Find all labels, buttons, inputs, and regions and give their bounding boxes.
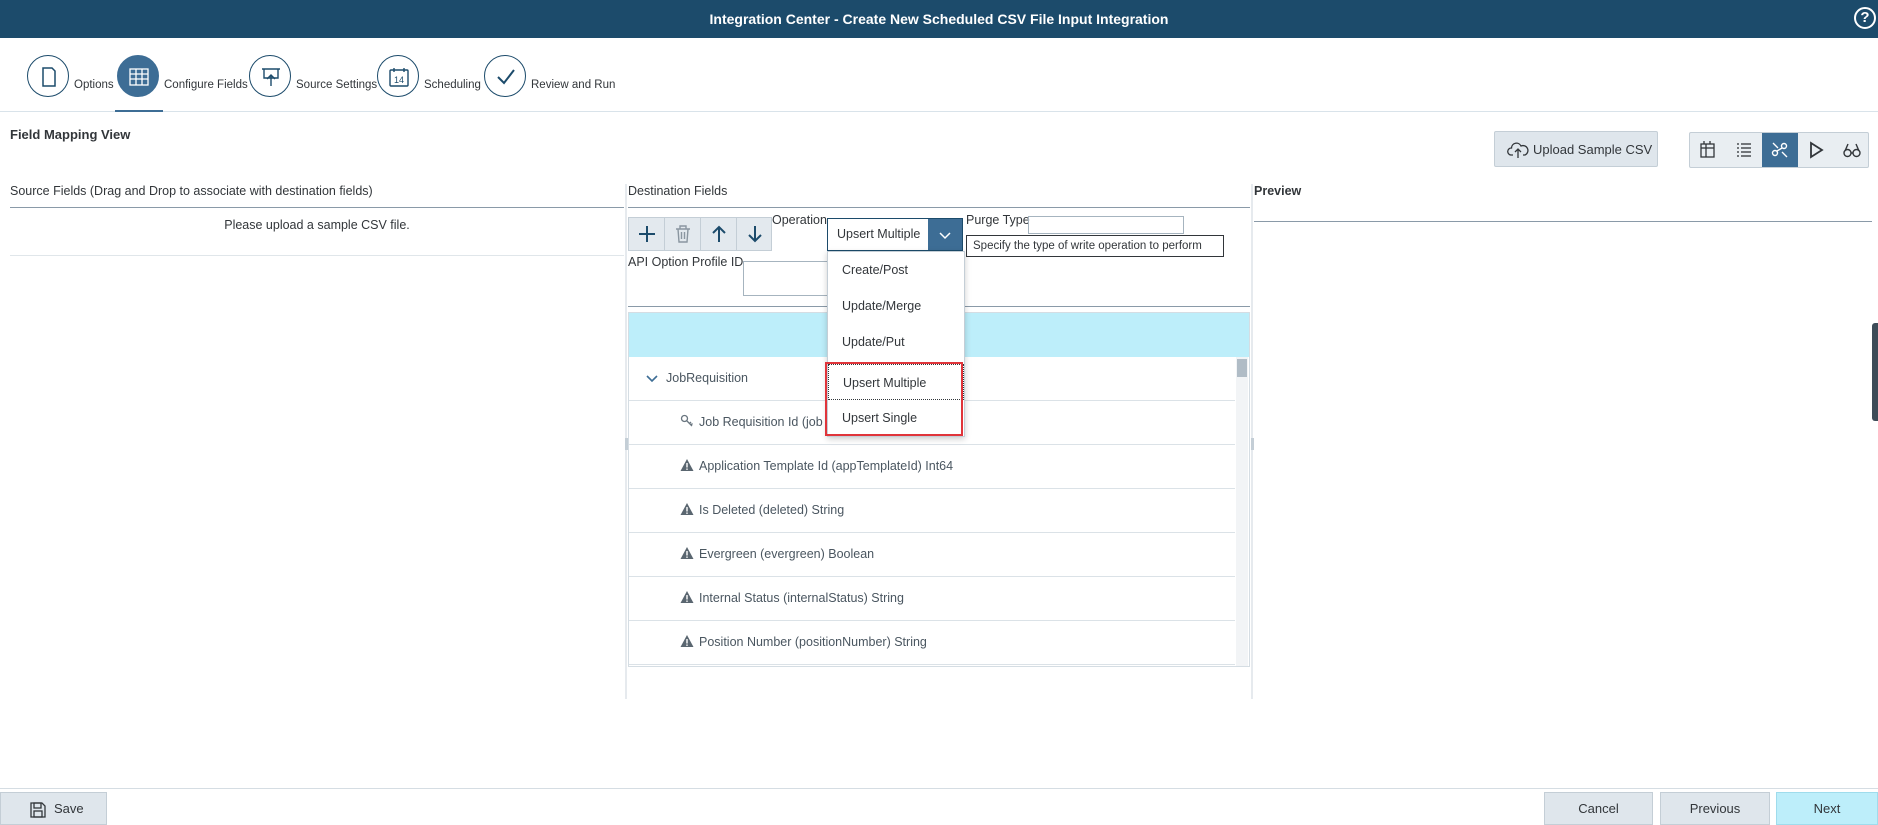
upload-board-icon bbox=[249, 55, 291, 97]
warning-icon bbox=[680, 459, 694, 471]
wizard-steps: Options Configure Fields Source Settings… bbox=[0, 38, 1878, 112]
table-scrollbar-thumb[interactable] bbox=[1237, 359, 1247, 377]
field-label: Job Requisition Id (job bbox=[699, 415, 823, 429]
plus-icon bbox=[639, 226, 655, 242]
option-update-merge[interactable]: Update/Merge bbox=[828, 288, 964, 324]
option-label: Update/Put bbox=[842, 335, 905, 349]
preview-header: Preview bbox=[1254, 184, 1302, 198]
table-scrollbar[interactable] bbox=[1236, 357, 1248, 666]
chevron-down-icon[interactable] bbox=[645, 372, 659, 386]
trash-icon bbox=[676, 225, 690, 243]
field-label: Position Number (positionNumber) String bbox=[699, 635, 927, 649]
operation-select[interactable]: Upsert Multiple bbox=[827, 218, 963, 251]
purge-type-label: Purge Type bbox=[966, 213, 1030, 227]
source-fields-header: Source Fields (Drag and Drop to associat… bbox=[10, 184, 373, 198]
annotation-highlight-box bbox=[825, 362, 963, 436]
operation-value: Upsert Multiple bbox=[837, 227, 921, 241]
calendar-icon: 14 bbox=[377, 55, 419, 97]
table-row[interactable]: Evergreen (evergreen) Boolean bbox=[629, 533, 1235, 577]
check-icon bbox=[484, 55, 526, 97]
step-options-label: Options bbox=[74, 79, 114, 91]
entity-name: JobRequisition bbox=[666, 371, 748, 385]
table-row[interactable]: Position Number (positionNumber) String bbox=[629, 621, 1235, 665]
footer-bar: Save Cancel Previous Next bbox=[0, 788, 1878, 825]
mapping-icon bbox=[1771, 142, 1788, 158]
field-label: Is Deleted (deleted) String bbox=[699, 503, 845, 517]
warning-icon bbox=[680, 547, 694, 559]
field-label: Application Template Id (appTemplateId) … bbox=[699, 459, 954, 473]
help-icon[interactable]: ? bbox=[1854, 7, 1876, 29]
api-option-profile-input[interactable] bbox=[743, 261, 829, 296]
arrow-down-icon bbox=[748, 226, 762, 243]
run-button[interactable] bbox=[1798, 133, 1834, 167]
option-label: Create/Post bbox=[842, 263, 909, 277]
table-row[interactable]: Internal Status (internalStatus) String bbox=[629, 577, 1235, 621]
warning-icon bbox=[680, 635, 694, 647]
cloud-upload-icon bbox=[1507, 142, 1529, 158]
chevron-down-icon bbox=[939, 232, 951, 240]
save-label: Save bbox=[54, 801, 84, 816]
source-divider bbox=[10, 207, 624, 208]
option-create-post[interactable]: Create/Post bbox=[828, 252, 964, 288]
add-field-button[interactable] bbox=[629, 218, 665, 250]
key-icon bbox=[680, 414, 693, 427]
option-label: Update/Merge bbox=[842, 299, 922, 313]
table-row[interactable]: Is Deleted (deleted) String bbox=[629, 489, 1235, 533]
view-toolbar bbox=[1689, 132, 1869, 168]
destination-toolbar bbox=[628, 217, 772, 251]
operation-dropdown-button[interactable] bbox=[928, 219, 962, 250]
preview-divider bbox=[1254, 221, 1872, 222]
page-title: Integration Center - Create New Schedule… bbox=[709, 11, 1169, 27]
list-icon bbox=[1737, 143, 1751, 157]
field-mapping-title: Field Mapping View bbox=[10, 127, 131, 142]
mapping-view-button[interactable] bbox=[1690, 133, 1726, 167]
cancel-button[interactable]: Cancel bbox=[1544, 792, 1653, 825]
splitter-handle-right[interactable] bbox=[1251, 438, 1254, 450]
api-option-profile-label: API Option Profile ID bbox=[628, 255, 744, 269]
move-up-button[interactable] bbox=[701, 218, 737, 250]
save-icon bbox=[30, 802, 46, 818]
warning-icon bbox=[680, 591, 694, 603]
save-button[interactable]: Save bbox=[0, 792, 107, 825]
calendar-day: 14 bbox=[394, 75, 404, 85]
source-empty-message: Please upload a sample CSV file. bbox=[224, 218, 410, 232]
glasses-icon bbox=[1843, 143, 1861, 158]
delete-field-button[interactable] bbox=[665, 218, 701, 250]
field-label: Evergreen (evergreen) Boolean bbox=[699, 547, 875, 561]
step-configure-fields-label: Configure Fields bbox=[164, 79, 248, 91]
table-row[interactable]: Application Template Id (appTemplateId) … bbox=[629, 445, 1235, 489]
preview-button[interactable] bbox=[1834, 133, 1870, 167]
move-down-button[interactable] bbox=[737, 218, 773, 250]
upload-sample-csv-button[interactable]: Upload Sample CSV bbox=[1494, 131, 1658, 167]
step-review-and-run-label: Review and Run bbox=[531, 79, 616, 91]
previous-button[interactable]: Previous bbox=[1660, 792, 1770, 825]
arrow-up-icon bbox=[712, 225, 726, 242]
upload-sample-csv-label: Upload Sample CSV bbox=[1533, 142, 1653, 157]
operation-tooltip: Specify the type of write operation to p… bbox=[966, 235, 1224, 257]
side-panel-handle[interactable] bbox=[1872, 323, 1878, 421]
purge-type-input[interactable] bbox=[1028, 216, 1184, 234]
step-scheduling-label: Scheduling bbox=[424, 79, 481, 91]
option-update-put[interactable]: Update/Put bbox=[828, 324, 964, 360]
grid-icon bbox=[117, 55, 159, 97]
active-step-indicator bbox=[115, 110, 163, 112]
source-row-divider bbox=[10, 255, 624, 256]
operation-label: Operation bbox=[772, 213, 827, 227]
play-icon bbox=[1810, 141, 1824, 159]
next-button[interactable]: Next bbox=[1776, 792, 1878, 825]
document-icon bbox=[27, 55, 69, 97]
shell-bar: Integration Center - Create New Schedule… bbox=[0, 0, 1878, 38]
list-view-button[interactable] bbox=[1726, 133, 1762, 167]
step-source-settings-label: Source Settings bbox=[296, 79, 378, 91]
table-settings-icon bbox=[1700, 141, 1715, 158]
destination-fields-header: Destination Fields bbox=[628, 184, 728, 198]
field-label: Internal Status (internalStatus) String bbox=[699, 591, 904, 605]
warning-icon bbox=[680, 503, 694, 515]
destination-divider bbox=[628, 207, 1250, 208]
field-mapping-button[interactable] bbox=[1762, 133, 1798, 167]
